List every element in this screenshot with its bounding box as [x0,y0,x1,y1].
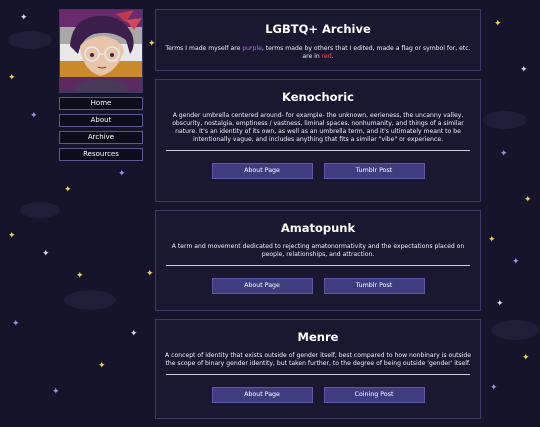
main-content: LGBTQ+ Archive Terms I made myself are p… [155,9,481,427]
intro-text-part: , terms made by others that I edited, ma… [261,45,471,60]
about-page-button[interactable]: About Page [211,163,313,179]
nav-resources-link[interactable]: Resources [59,148,143,161]
entry-card-kenochoric: Kenochoric A gender umbrella centered ar… [155,79,481,202]
button-row: About Page Tumblr Post [164,278,472,294]
star-icon: ✦ [130,329,138,339]
nav-about-link[interactable]: About [59,114,143,127]
intro-text-part: . [331,53,334,60]
page-title: LGBTQ+ Archive [265,22,371,36]
star-icon: ✦ [12,319,20,329]
star-icon: ✦ [146,269,154,279]
entry-title: Menre [297,330,339,344]
coining-post-button[interactable]: Coining Post [323,387,425,403]
button-row: About Page Coining Post [164,387,472,403]
nav-home-link[interactable]: Home [59,97,143,110]
entry-card-menre: Menre A concept of identity that exists … [155,319,481,419]
star-icon: ✦ [8,73,16,83]
nav-menu: Home About Archive Resources [59,97,143,161]
star-icon: ✦ [42,249,50,259]
star-icon: ✦ [520,65,528,75]
intro-text: Terms I made myself are purple, terms ma… [164,45,472,61]
star-icon: ✦ [118,169,126,179]
star-icon: ✦ [30,111,38,121]
purple-word: purple [242,45,262,52]
entry-card-amatopunk: Amatopunk A term and movement dedicated … [155,210,481,311]
divider [166,265,470,266]
avatar [59,9,143,93]
entry-description: A term and movement dedicated to rejecti… [171,243,465,258]
star-icon: ✦ [8,231,16,241]
entry-description: A concept of identity that exists outsid… [165,352,471,367]
star-icon: ✦ [20,13,28,23]
star-icon: ✦ [98,361,106,371]
button-row: About Page Tumblr Post [164,163,472,179]
intro-card: LGBTQ+ Archive Terms I made myself are p… [155,9,481,71]
star-icon: ✦ [512,257,520,267]
entry-description: A gender umbrella centered around- for e… [172,112,464,143]
intro-text-part: Terms I made myself are [165,45,243,52]
about-page-button[interactable]: About Page [211,387,313,403]
red-word: red [321,53,332,60]
entry-title: Kenochoric [282,90,354,104]
divider [166,150,470,151]
sidebar: Home About Archive Resources [59,9,143,161]
star-icon: ✦ [522,353,530,363]
star-icon: ✦ [488,235,496,245]
star-icon: ✦ [524,195,532,205]
tumblr-post-button[interactable]: Tumblr Post [323,278,425,294]
star-icon: ✦ [490,383,498,393]
entry-title: Amatopunk [280,221,356,235]
nav-archive-link[interactable]: Archive [59,131,143,144]
star-icon: ✦ [496,299,504,309]
tumblr-post-button[interactable]: Tumblr Post [323,163,425,179]
star-icon: ✦ [494,19,502,29]
star-icon: ✦ [76,271,84,281]
divider [166,374,470,375]
star-icon: ✦ [52,387,60,397]
about-page-button[interactable]: About Page [211,278,313,294]
star-icon: ✦ [64,185,72,195]
star-icon: ✦ [500,149,508,159]
